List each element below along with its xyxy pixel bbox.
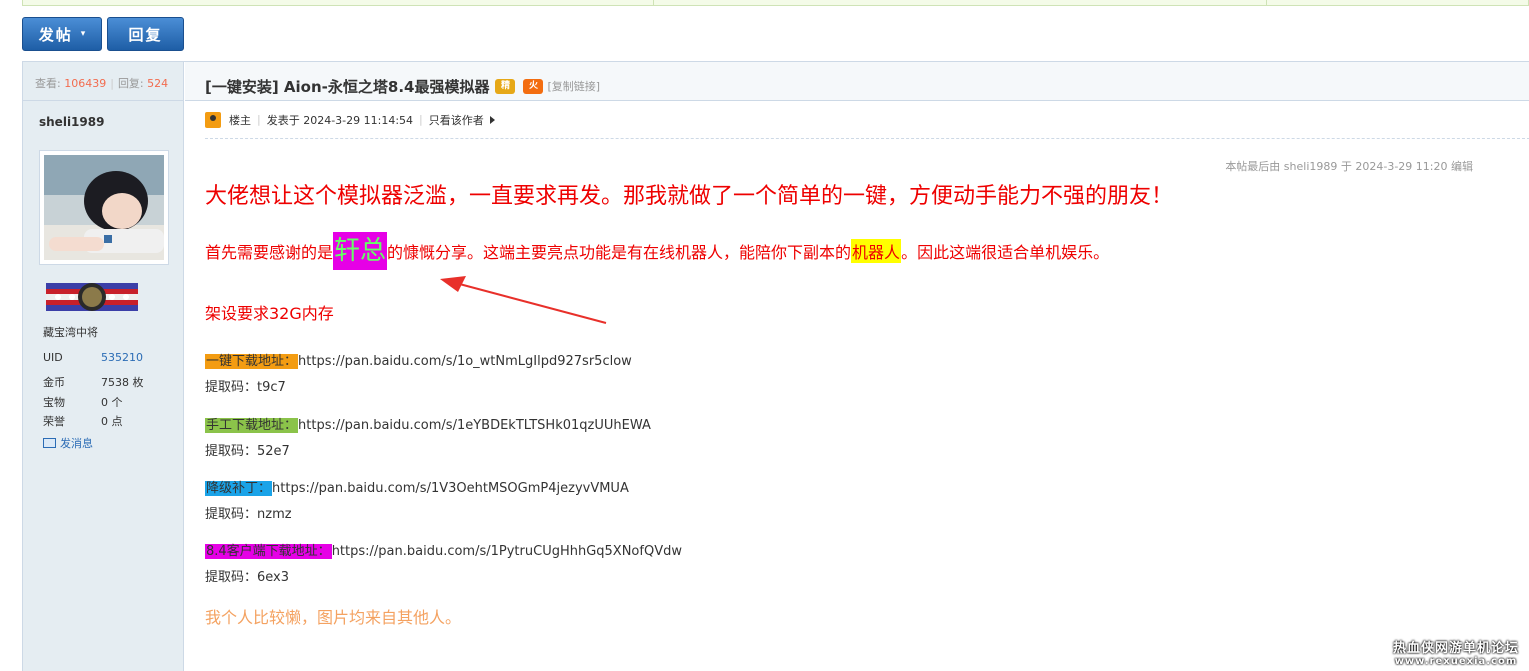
site-watermark: 热血侠网游单机论坛 www.rexuexia.com bbox=[1393, 637, 1519, 667]
reply-button[interactable]: 回复 bbox=[107, 17, 184, 51]
download-label: 手工下载地址： bbox=[205, 418, 299, 433]
post-timestamp: 发表于 2024-3-29 11:14:54 bbox=[266, 113, 414, 127]
avatar[interactable] bbox=[39, 150, 169, 265]
uid-label: UID bbox=[43, 351, 63, 365]
download-url[interactable]: https://pan.baidu.com/s/1eYBDEkTLTSHk01q… bbox=[298, 418, 651, 433]
post-container: 查看: 106439 | 回复: 524 sheli1989 藏宝湾中将 UID… bbox=[22, 61, 1529, 671]
edit-notice: 本帖最后由 sheli1989 于 2024-3-29 11:20 编辑 bbox=[1225, 160, 1473, 173]
highlighted-name: 轩总 bbox=[333, 232, 388, 270]
featured-badge-icon: 精 bbox=[495, 78, 516, 94]
rank-medal bbox=[46, 279, 138, 315]
extraction-code: 提取码：6ex3 bbox=[205, 570, 290, 585]
treasure-label: 宝物 bbox=[43, 395, 65, 409]
download-label: 8.4客户端下载地址： bbox=[205, 544, 332, 559]
envelope-icon bbox=[43, 438, 56, 448]
replies-count: 524 bbox=[147, 77, 169, 90]
download-item: 手工下载地址：https://pan.baidu.com/s/1eYBDEkTL… bbox=[205, 414, 651, 459]
download-label: 降级补丁： bbox=[205, 481, 273, 496]
strip-divider bbox=[1266, 0, 1267, 5]
avatar-illustration bbox=[44, 155, 164, 260]
download-url[interactable]: https://pan.baidu.com/s/1V3OehtMSOGmP4je… bbox=[272, 481, 629, 496]
thread-owner-icon bbox=[205, 111, 221, 128]
thread-title: [一键安装] Aion-永恒之塔8.4最强模拟器 bbox=[205, 77, 490, 96]
author-sidebar: 查看: 106439 | 回复: 524 sheli1989 藏宝湾中将 UID… bbox=[23, 62, 184, 671]
hot-badge-icon: 火 bbox=[523, 78, 544, 94]
post-meta-bar: 楼主 | 发表于 2024-3-29 11:14:54 | 只看该作者 bbox=[205, 101, 1529, 139]
gold-value: 7538 枚 bbox=[101, 376, 144, 390]
thread-stats: 查看: 106439 | 回复: 524 bbox=[23, 62, 183, 101]
post-main: [一键安装] Aion-永恒之塔8.4最强模拟器 精 火 [复制链接] 楼主 |… bbox=[185, 62, 1529, 671]
post-button[interactable]: 发帖 ▾ bbox=[22, 17, 102, 51]
download-item: 8.4客户端下载地址：https://pan.baidu.com/s/1Pytr… bbox=[205, 540, 682, 585]
reply-button-label: 回复 bbox=[128, 25, 163, 44]
caret-right-icon bbox=[489, 115, 495, 124]
meta-divider: | bbox=[419, 113, 423, 126]
red-arrow-annotation bbox=[440, 276, 607, 324]
send-message-link[interactable]: 发消息 bbox=[43, 435, 93, 451]
stats-divider: | bbox=[110, 77, 114, 90]
extraction-code: 提取码：nzmz bbox=[205, 507, 292, 522]
user-rank: 藏宝湾中将 bbox=[43, 326, 98, 339]
meta-divider: | bbox=[257, 113, 261, 126]
strip-divider bbox=[653, 0, 654, 5]
send-message-label: 发消息 bbox=[60, 437, 93, 450]
medal-icon bbox=[46, 283, 138, 311]
extraction-code: 提取码：t9c7 bbox=[205, 380, 286, 395]
replies-label: 回复: bbox=[117, 77, 144, 90]
info-row-gold: 金币 7538 枚 bbox=[43, 373, 173, 393]
watermark-text: 热血侠网游单机论坛 bbox=[1392, 641, 1519, 656]
download-item: 一键下载地址：https://pan.baidu.com/s/1o_wtNmLg… bbox=[205, 350, 632, 395]
watermark-url: www.rexuexia.com bbox=[1394, 656, 1518, 667]
user-info: UID 535210 金币 7538 枚 宝物 0 个 荣誉 0 点 bbox=[43, 348, 173, 431]
views-label: 查看: bbox=[35, 77, 61, 90]
thread-title-bar: [一键安装] Aion-永恒之塔8.4最强模拟器 精 火 [复制链接] bbox=[185, 62, 1529, 101]
info-row-honor: 荣誉 0 点 bbox=[43, 412, 173, 432]
treasure-value: 0 个 bbox=[101, 395, 123, 409]
only-author-link[interactable]: 只看该作者 bbox=[429, 112, 484, 128]
copy-link[interactable]: [复制链接] bbox=[547, 78, 600, 94]
top-strip bbox=[22, 0, 1529, 6]
download-item: 降级补丁：https://pan.baidu.com/s/1V3OehtMSOG… bbox=[205, 477, 629, 522]
gold-label: 金币 bbox=[43, 376, 65, 390]
thanks-text-start: 首先需要感谢的是 bbox=[205, 243, 334, 262]
author-name[interactable]: sheli1989 bbox=[23, 101, 183, 147]
info-row-treasure: 宝物 0 个 bbox=[43, 392, 173, 412]
download-label: 一键下载地址： bbox=[205, 354, 299, 369]
views-count: 106439 bbox=[64, 77, 107, 90]
footer-note: 我个人比较懒，图片均来自其他人。 bbox=[205, 608, 462, 627]
download-url[interactable]: https://pan.baidu.com/s/1PytruCUgHhhGq5X… bbox=[332, 544, 682, 559]
info-row-uid: UID 535210 bbox=[43, 348, 173, 368]
download-url[interactable]: https://pan.baidu.com/s/1o_wtNmLgIlpd927… bbox=[298, 354, 632, 369]
post-headline: 大佬想让这个模拟器泛滥，一直要求再发。那我就做了一个简单的一键，方便动手能力不强… bbox=[205, 184, 1174, 209]
highlighted-robot: 机器人 bbox=[851, 239, 902, 263]
chevron-down-icon: ▾ bbox=[80, 29, 86, 39]
memory-requirement: 架设要求32G内存 bbox=[205, 304, 334, 323]
post-button-label: 发帖 bbox=[38, 25, 73, 44]
thanks-text-middle: 的慷慨分享。这端主要亮点功能是有在线机器人，能陪你下副本的 bbox=[387, 243, 852, 262]
owner-label: 楼主 bbox=[229, 113, 251, 127]
thanks-paragraph: 首先需要感谢的是 轩总 的慷慨分享。这端主要亮点功能是有在线机器人，能陪你下副本的机… bbox=[205, 232, 1109, 270]
thanks-text-end: 。因此这端很适合单机娱乐。 bbox=[901, 243, 1110, 262]
honor-value: 0 点 bbox=[101, 415, 123, 429]
uid-value[interactable]: 535210 bbox=[101, 351, 143, 364]
honor-label: 荣誉 bbox=[43, 415, 65, 429]
avatar-image bbox=[44, 155, 164, 260]
extraction-code: 提取码：52e7 bbox=[205, 444, 290, 459]
